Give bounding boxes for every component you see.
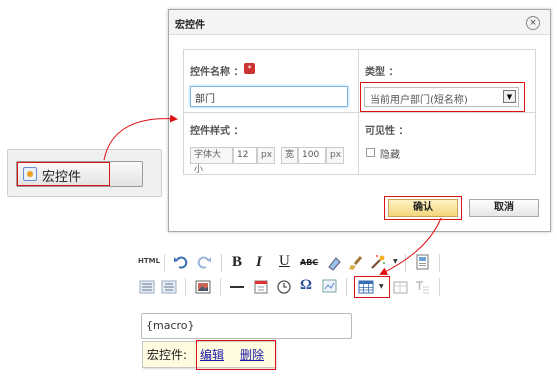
- annotation-arrows: [103, 114, 442, 275]
- arrow-to-table: [379, 217, 442, 275]
- arrow-to-dialog: [103, 114, 178, 161]
